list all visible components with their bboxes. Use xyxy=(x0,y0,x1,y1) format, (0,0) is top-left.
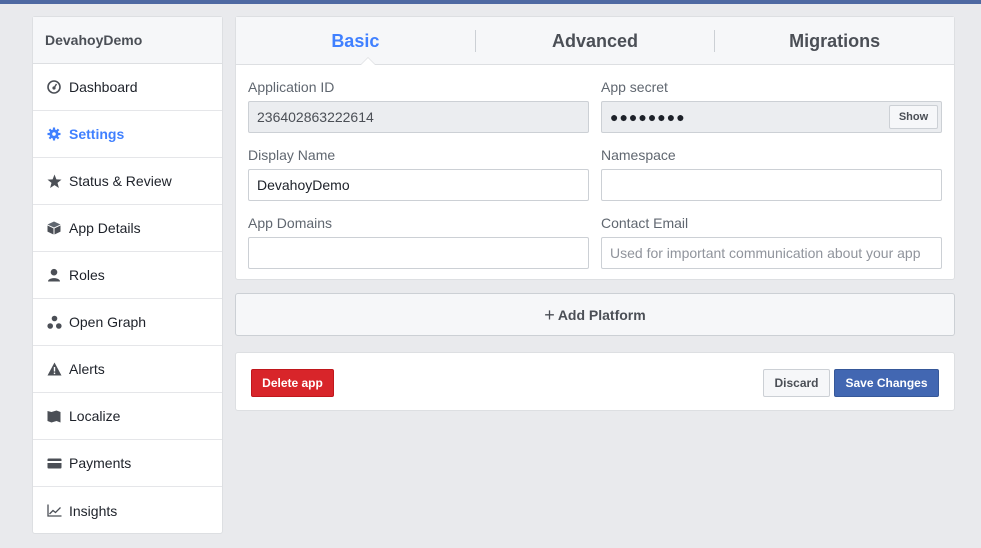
application-id-label: Application ID xyxy=(248,79,335,95)
sidebar-item-settings[interactable]: Settings xyxy=(33,111,222,158)
namespace-label: Namespace xyxy=(601,147,676,163)
sidebar-item-label: Dashboard xyxy=(69,79,138,95)
tab-basic[interactable]: Basic xyxy=(236,17,475,65)
sidebar-item-localize[interactable]: Localize xyxy=(33,393,222,440)
add-platform-label: Add Platform xyxy=(557,306,646,323)
sidebar-item-roles[interactable]: Roles xyxy=(33,252,222,299)
credit-card-icon xyxy=(46,455,62,471)
cube-icon xyxy=(46,220,62,236)
discard-button[interactable]: Discard xyxy=(763,369,830,397)
settings-tabs: Basic Advanced Migrations xyxy=(236,17,954,65)
display-name-field: Display Name xyxy=(248,147,589,201)
top-bar xyxy=(0,0,981,4)
dashboard-icon xyxy=(46,79,62,95)
sidebar-item-app-details[interactable]: App Details xyxy=(33,205,222,252)
namespace-input[interactable] xyxy=(601,169,942,201)
display-name-input[interactable] xyxy=(248,169,589,201)
map-icon xyxy=(46,408,62,424)
sidebar-item-label: Status & Review xyxy=(69,173,172,189)
display-name-label: Display Name xyxy=(248,147,336,163)
app-secret-masked: ●●●●●●●● xyxy=(610,109,686,125)
graph-nodes-icon xyxy=(46,314,62,330)
sidebar-item-insights[interactable]: Insights xyxy=(33,487,222,534)
sidebar-item-label: App Details xyxy=(69,220,141,236)
delete-app-button[interactable]: Delete app xyxy=(251,369,334,397)
contact-email-field: Contact Email xyxy=(601,215,942,269)
sidebar-item-alerts[interactable]: Alerts xyxy=(33,346,222,393)
line-chart-icon xyxy=(46,503,62,519)
application-id-field: Application ID 236402863222614 xyxy=(248,79,589,133)
plus-icon: + xyxy=(544,304,555,325)
sidebar-item-payments[interactable]: Payments xyxy=(33,440,222,487)
contact-email-input[interactable] xyxy=(601,237,942,269)
active-tab-caret xyxy=(360,57,376,65)
gear-icon xyxy=(46,126,62,142)
app-domains-input[interactable] xyxy=(248,237,589,269)
basic-settings-card: Basic Advanced Migrations Application ID… xyxy=(235,16,955,280)
sidebar-item-label: Settings xyxy=(69,126,125,142)
contact-email-label: Contact Email xyxy=(601,215,689,231)
namespace-field: Namespace xyxy=(601,147,942,201)
app-domains-label: App Domains xyxy=(248,215,333,231)
app-secret-label: App secret xyxy=(601,79,668,95)
sidebar-item-open-graph[interactable]: Open Graph xyxy=(33,299,222,346)
sidebar-item-label: Localize xyxy=(69,408,121,424)
sidebar-item-label: Payments xyxy=(69,455,132,471)
actions-bar: Delete app Discard Save Changes xyxy=(235,352,955,411)
app-secret-field: App secret ●●●●●●●● Show xyxy=(601,79,942,133)
add-platform-button[interactable]: + Add Platform xyxy=(235,293,955,336)
tab-advanced[interactable]: Advanced xyxy=(476,17,715,65)
sidebar-item-dashboard[interactable]: Dashboard xyxy=(33,64,222,111)
save-changes-button[interactable]: Save Changes xyxy=(834,369,939,397)
app-secret-value: ●●●●●●●● Show xyxy=(601,101,942,133)
sidebar-item-status-review[interactable]: Status & Review xyxy=(33,158,222,205)
sidebar-item-label: Open Graph xyxy=(69,314,147,330)
application-id-value: 236402863222614 xyxy=(248,101,589,133)
sidebar-item-label: Roles xyxy=(69,267,105,283)
sidebar: DevahoyDemo Dashboard Settings Status & … xyxy=(32,16,223,534)
app-name-title: DevahoyDemo xyxy=(33,17,222,64)
show-secret-button[interactable]: Show xyxy=(889,105,938,129)
warning-icon xyxy=(46,361,62,377)
sidebar-item-label: Alerts xyxy=(69,361,105,377)
sidebar-item-label: Insights xyxy=(69,502,118,519)
tab-migrations[interactable]: Migrations xyxy=(715,17,954,65)
person-icon xyxy=(46,267,62,283)
app-domains-field: App Domains xyxy=(248,215,589,269)
star-icon xyxy=(46,173,62,189)
